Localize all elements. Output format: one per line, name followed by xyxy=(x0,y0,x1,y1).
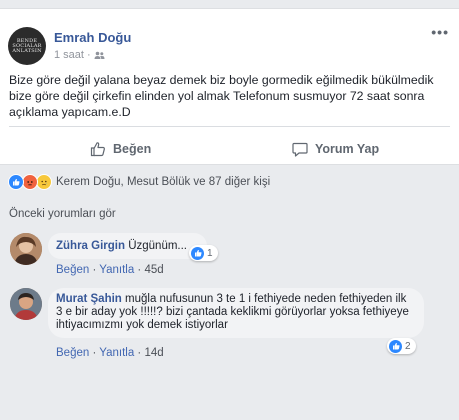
more-options-icon[interactable]: ••• xyxy=(431,24,449,40)
reactions-summary[interactable]: Kerem Doğu, Mesut Bölük ve 87 diğer kişi xyxy=(8,174,270,190)
thumbs-up-icon xyxy=(90,142,105,157)
like-count: 2 xyxy=(405,340,411,352)
like-button[interactable]: Beğen xyxy=(90,141,151,157)
comment-bubble: Zühra Girgin Üzgünüm... xyxy=(48,233,208,259)
comment-like-count[interactable]: 2 xyxy=(387,338,416,354)
separator: · xyxy=(134,347,145,359)
separator: · xyxy=(134,264,145,276)
comment-author[interactable]: Murat Şahin xyxy=(56,293,122,305)
comment-time[interactable]: 14d xyxy=(144,347,163,359)
comment-text: Üzgünüm... xyxy=(128,239,188,252)
like-icon xyxy=(191,246,204,260)
like-label: Beğen xyxy=(113,142,152,156)
like-icon xyxy=(8,174,24,190)
separator: · xyxy=(89,347,100,359)
post-time[interactable]: 1 saat · xyxy=(54,49,91,61)
friends-icon xyxy=(94,51,105,59)
divider xyxy=(9,126,450,127)
separator: · xyxy=(89,264,100,276)
comment-like-button[interactable]: Beğen xyxy=(56,347,89,359)
post-text: Bize göre değil yalana beyaz demek biz b… xyxy=(9,73,434,119)
avatar-text: BENDE SOCIALAR ANLATSIN xyxy=(12,37,42,54)
author-avatar[interactable]: BENDE SOCIALAR ANLATSIN xyxy=(8,27,46,65)
comment-actions: Beğen · Yanıtla · 45d xyxy=(56,264,164,276)
like-count: 1 xyxy=(207,247,213,259)
like-icon xyxy=(389,339,402,353)
sad-icon xyxy=(36,174,52,190)
post-meta: 1 saat · xyxy=(54,49,105,61)
comment-avatar[interactable] xyxy=(10,288,42,320)
comment-reply-button[interactable]: Yanıtla xyxy=(99,264,134,276)
angry-icon xyxy=(22,174,38,190)
comment-like-button[interactable]: Beğen xyxy=(56,264,89,276)
post-card: BENDE SOCIALAR ANLATSIN Emrah Doğu 1 saa… xyxy=(0,8,459,165)
comment-actions: Beğen · Yanıtla · 14d xyxy=(56,347,164,359)
post-author[interactable]: Emrah Doğu xyxy=(54,30,131,45)
comment-bubble: Murat Şahin muğla nufusunun 3 te 1 i fet… xyxy=(48,288,424,338)
comment-label: Yorum Yap xyxy=(315,142,380,156)
comment-avatar[interactable] xyxy=(10,233,42,265)
reactions-text: Kerem Doğu, Mesut Bölük ve 87 diğer kişi xyxy=(56,176,271,188)
comment-button[interactable]: Yorum Yap xyxy=(292,141,379,157)
comment-icon xyxy=(292,142,308,157)
comment-time[interactable]: 45d xyxy=(144,264,163,276)
comment-like-count[interactable]: 1 xyxy=(189,245,218,261)
previous-comments-link[interactable]: Önceki yorumları gör xyxy=(9,208,116,220)
comment-author[interactable]: Zühra Girgin xyxy=(56,240,125,253)
comment-reply-button[interactable]: Yanıtla xyxy=(99,347,134,359)
